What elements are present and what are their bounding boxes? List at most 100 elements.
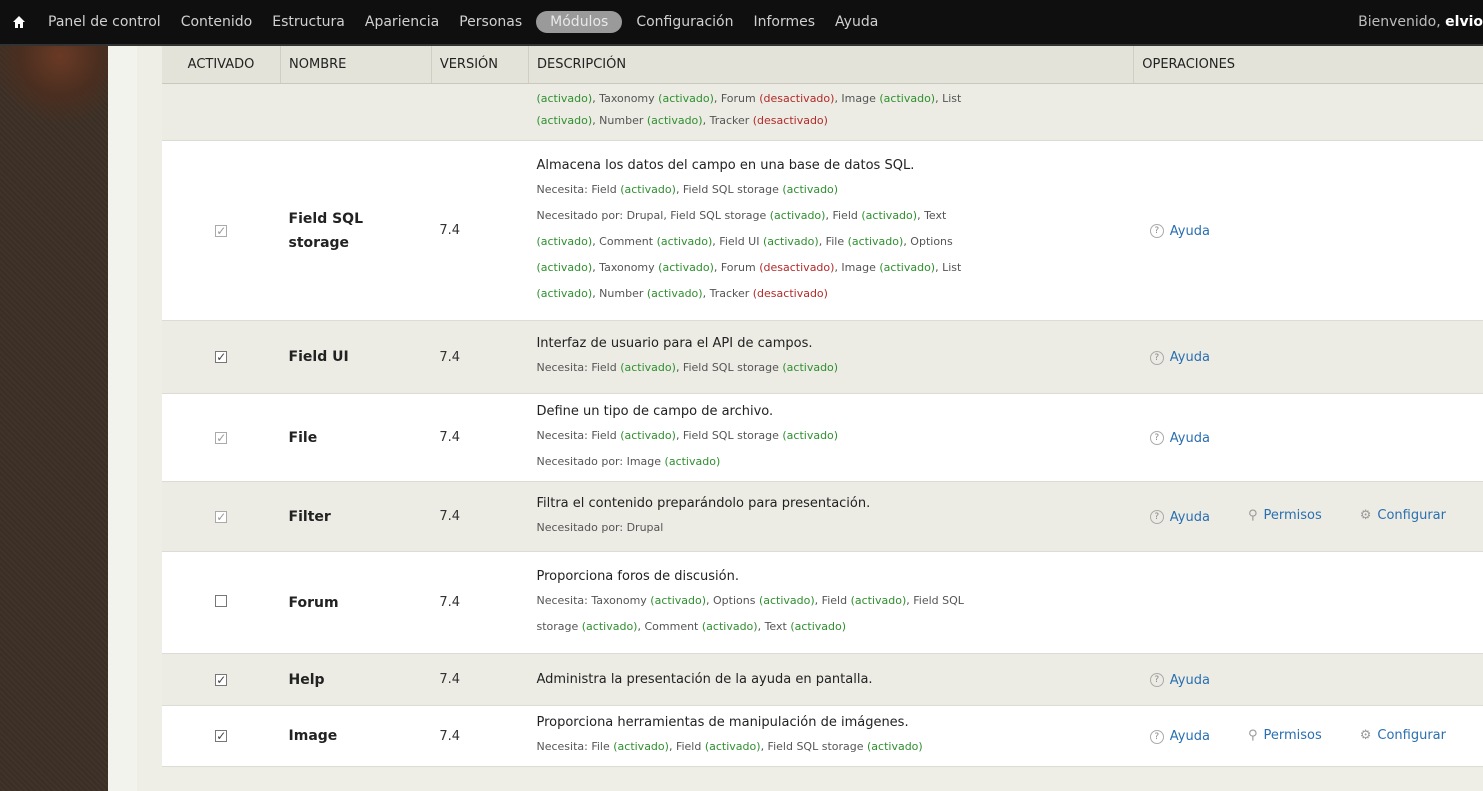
help-icon: ? [1149,510,1164,525]
description-text: Administra la presentación de la ayuda e… [536,671,873,687]
header-name[interactable]: NOMBRE [280,46,432,84]
enable-cell: ✓ [162,481,281,552]
enable-checkbox[interactable]: ✓ [215,431,228,444]
status-enabled: (activado) [536,260,593,274]
menu-item-ayuda[interactable]: Ayuda [825,11,888,33]
requires-line: Necesita: File (activado), Field (activa… [536,740,923,753]
status-enabled: (activado) [664,454,721,468]
module-description: Proporciona foros de discusión. Necesita:… [528,551,1134,654]
configure-link-label: Configurar [1377,727,1446,743]
status-disabled: (desactivado) [759,92,835,105]
home-icon[interactable] [0,0,38,45]
module-name: Field SQL storage [280,140,432,321]
required-by-line: (activado), Number (activado), Tracker (… [536,286,828,300]
enable-checkbox[interactable]: ✓ [215,730,228,742]
enable-cell: ✓ [162,320,281,394]
status-enabled: (activado) [650,593,707,607]
left-margin [108,46,137,791]
module-operations: ? Ayuda ⚲ Permisos ⚙ Configurar [1133,705,1483,767]
status-enabled: (activado) [658,260,714,274]
module-operations: ? Ayuda ⚲ Permisos ⚙ Configurar [1133,481,1483,552]
enable-checkbox[interactable]: ✓ [215,673,228,686]
permissions-link-label: Permisos [1263,508,1322,524]
module-version: 7.4 [431,481,529,552]
header-enabled[interactable]: ACTIVADO [162,46,281,84]
status-enabled: (activado) [536,92,593,105]
status-enabled: (activado) [536,286,593,300]
module-version: 7.4 [431,653,529,706]
menu-item-personas[interactable]: Personas [449,11,532,33]
required-by-line: (activado), Number (activado), Tracker (… [536,114,828,127]
menu-item-informes[interactable]: Informes [743,11,825,33]
configure-link[interactable]: ⚙ Configurar [1360,508,1446,523]
requires-line: Necesita: Field (activado), Field SQL st… [536,428,839,442]
help-link[interactable]: ? Ayuda [1149,510,1210,525]
module-operations: ? Ayuda [1133,393,1483,482]
module-name: File [280,393,432,482]
enable-checkbox[interactable] [215,595,228,607]
status-enabled: (activado) [536,234,593,248]
header-description[interactable]: DESCRIPCIÓN [527,46,1134,84]
status-enabled: (activado) [656,234,713,248]
enable-cell: ✓ [162,393,281,482]
module-row: ✓ Field SQL storage 7.4 Almacena los datos … [162,140,1483,321]
help-link[interactable]: ? Ayuda [1149,673,1210,688]
enable-checkbox[interactable]: ✓ [215,510,228,523]
help-link-label: Ayuda [1169,350,1210,366]
module-version: 7.4 [431,551,529,654]
status-enabled: (activado) [769,208,826,222]
module-description: Define un tipo de campo de archivo. Neces… [528,393,1134,482]
username-link[interactable]: elvio [1445,14,1483,30]
module-description: Almacena los datos del campo en una base… [528,140,1134,321]
module-name: Image [280,705,432,767]
status-enabled: (activado) [850,593,907,607]
description-text: Almacena los datos del campo en una base… [536,157,915,173]
enable-cell [162,551,281,654]
help-link[interactable]: ? Ayuda [1149,223,1210,239]
module-name: Help [280,653,432,706]
module-version: 7.4 [431,320,529,394]
module-row: ✓ Help 7.4 Administra la presentación de la… [162,653,1483,706]
help-link[interactable]: ? Ayuda [1149,431,1210,446]
empty-cell [1133,83,1483,141]
enable-cell: ✓ [162,705,281,767]
menu-item-configuración[interactable]: Configuración [626,11,743,33]
requires-line: Necesita: Field (activado), Field SQL st… [536,361,839,374]
module-description: Proporciona herramientas de manipulación… [528,705,1134,767]
help-link[interactable]: ? Ayuda [1149,729,1210,745]
status-enabled: (activado) [704,740,761,753]
header-operations[interactable]: OPERACIONES [1133,46,1483,84]
help-link-label: Ayuda [1169,223,1210,239]
module-description: Filtra el contenido preparándolo para pr… [528,481,1134,552]
menu-item-apariencia[interactable]: Apariencia [355,11,449,33]
help-icon: ? [1149,350,1164,365]
permissions-link[interactable]: ⚲ Permisos [1248,508,1322,523]
configure-link[interactable]: ⚙ Configurar [1360,728,1446,743]
help-link[interactable]: ? Ayuda [1149,350,1210,366]
enable-checkbox[interactable]: ✓ [215,351,228,363]
status-enabled: (activado) [867,740,923,753]
enable-checkbox[interactable]: ✓ [215,224,228,237]
modules-table: ACTIVADO NOMBRE VERSIÓN DESCRIPCIÓN OPER… [162,46,1483,767]
module-row: Forum 7.4 Proporciona foros de discusión. N… [162,551,1483,654]
menu-item-módulos[interactable]: Módulos [536,11,623,33]
header-version[interactable]: VERSIÓN [430,46,529,84]
status-enabled: (activado) [646,286,703,300]
key-icon: ⚲ [1247,727,1258,743]
menu-item-contenido[interactable]: Contenido [171,11,263,33]
help-icon: ? [1149,431,1164,446]
status-enabled: (activado) [847,234,904,248]
status-enabled: (activado) [536,114,593,127]
status-enabled: (activado) [620,182,676,196]
status-enabled: (activado) [762,234,819,248]
status-enabled: (activado) [879,260,936,274]
description-text: Define un tipo de campo de archivo. [536,403,774,419]
enable-cell: ✓ [162,653,281,706]
gear-icon: ⚙ [1359,508,1372,524]
menu-item-panel-de-control[interactable]: Panel de control [38,11,171,33]
permissions-link[interactable]: ⚲ Permisos [1248,728,1322,743]
description-text: Proporciona herramientas de manipulación… [536,715,909,730]
module-description: Administra la presentación de la ayuda e… [528,653,1134,706]
menu-item-estructura[interactable]: Estructura [262,11,355,33]
help-link-label: Ayuda [1169,729,1210,745]
